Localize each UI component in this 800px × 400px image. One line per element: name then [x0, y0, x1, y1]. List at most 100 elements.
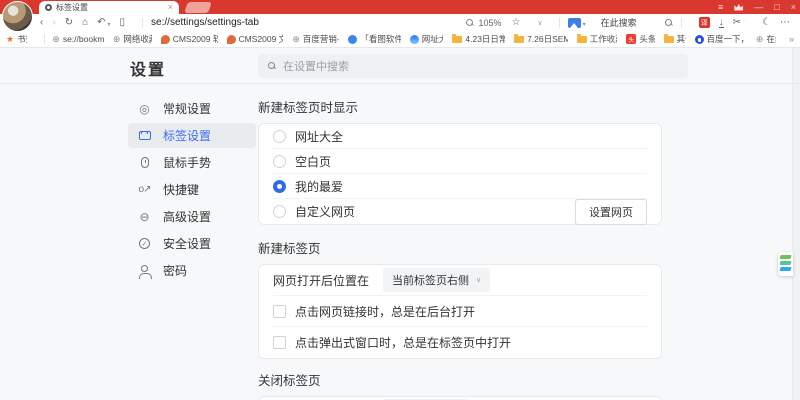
radio-unselected-icon[interactable]	[273, 130, 286, 143]
radio-unselected-icon[interactable]	[273, 205, 286, 218]
settings-sidebar: ◎ 常规设置 标签设置 鼠标手势 o↗ 快捷键 ⊖ 高级设置 ✓ 安全设置	[128, 84, 256, 400]
sidebar-item-tabs[interactable]: 标签设置	[128, 123, 256, 148]
find-icon[interactable]	[665, 19, 673, 27]
divider	[559, 18, 560, 28]
settings-search-input[interactable]: 在设置中搜索	[258, 54, 688, 78]
side-panel-widget[interactable]	[778, 252, 793, 276]
radio-row-custom-page[interactable]: 自定义网页 设置网页	[273, 199, 647, 224]
home-icon[interactable]: ⌂	[82, 18, 88, 28]
forward-icon[interactable]: ›	[52, 18, 55, 28]
settings-favicon-gear-icon	[45, 4, 52, 11]
download-icon[interactable]: ↓	[719, 18, 724, 28]
shortcut-icon: o↗	[138, 184, 151, 195]
user-avatar[interactable]	[2, 1, 33, 32]
radio-row-blank-page[interactable]: 空白页	[273, 149, 647, 174]
star-icon: ★	[6, 34, 14, 45]
bookmark-folder[interactable]: 4.23日日常经常	[452, 33, 505, 45]
mouse-icon	[138, 157, 151, 168]
bookmark-folder[interactable]: 7.26日SEM检查	[514, 33, 568, 45]
screenshot-scissors-icon[interactable]: ✂	[733, 17, 741, 28]
checkbox-unchecked-icon[interactable]	[273, 336, 286, 349]
image-search-icon[interactable]	[568, 18, 581, 28]
globe-icon: ⊕	[52, 34, 60, 45]
baidu-icon	[695, 35, 704, 44]
search-placeholder: 在设置中搜索	[283, 58, 349, 74]
night-mode-moon-icon[interactable]: ☾	[762, 17, 771, 28]
scrollbar[interactable]	[792, 48, 800, 400]
tab-title: 标签设置	[56, 2, 164, 13]
browser-titlebar: 标签设置 × ≡ — □ ×	[0, 0, 800, 14]
section-title-newtab-display: 新建标签页时显示	[258, 97, 662, 116]
radio-row-favorites[interactable]: 我的最爱	[273, 174, 647, 199]
gear-ring-icon: ◎	[138, 102, 151, 116]
open-links-background-row[interactable]: 点击网页链接时，总是在后台打开	[273, 296, 647, 327]
undo-closed-tab-icon[interactable]: ↶	[97, 18, 105, 28]
divider	[44, 34, 45, 44]
set-custom-page-button[interactable]: 设置网页	[575, 199, 647, 225]
bookmark-item[interactable]: ★书签	[6, 33, 27, 45]
bookmark-item[interactable]: CMS2009 软件管	[161, 33, 218, 45]
radio-unselected-icon[interactable]	[273, 155, 286, 168]
site-icon	[161, 35, 170, 44]
minimize-icon[interactable]: —	[754, 2, 763, 12]
bookmark-item[interactable]: ⊕se://bookmarks/	[52, 34, 104, 45]
image-search-dropdown-icon[interactable]: ▾	[583, 21, 586, 28]
skin-theme-icon[interactable]	[734, 4, 743, 11]
bookmark-item[interactable]: 百度一下，你就	[695, 33, 747, 45]
sidebar-item-general[interactable]: ◎ 常规设置	[128, 96, 256, 121]
bookmark-item[interactable]: ⊕百度营销-登录	[292, 33, 339, 45]
search-here-label[interactable]: 在此搜索	[601, 16, 637, 29]
radio-row-url-collection[interactable]: 网址大全	[273, 124, 647, 149]
sidebar-item-mouse-gestures[interactable]: 鼠标手势	[128, 150, 256, 175]
globe-icon: ⊕	[292, 34, 300, 45]
folder-icon	[514, 36, 524, 43]
sidebar-item-security[interactable]: ✓ 安全设置	[128, 231, 256, 256]
bookmarks-overflow-icon[interactable]: »	[785, 34, 794, 44]
tab-position-row: 网页打开后位置在 当前标签页右侧 ∨	[273, 265, 647, 296]
settings-header: 设置 在设置中搜索	[0, 48, 800, 84]
person-icon	[138, 269, 151, 272]
reader-mode-icon[interactable]: ▯	[120, 18, 126, 28]
popup-in-tab-row[interactable]: 点击弹出式窗口时，总是在标签页中打开	[273, 327, 647, 358]
divider	[681, 18, 682, 28]
sidebar-item-passwords[interactable]: 密码	[128, 258, 256, 283]
translate-icon[interactable]: 译	[699, 17, 710, 28]
site-icon	[227, 35, 236, 44]
active-tab[interactable]: 标签设置 ×	[39, 1, 179, 14]
bookmark-item[interactable]: CMS2009 文章管	[227, 33, 284, 45]
sidebar-item-advanced[interactable]: ⊖ 高级设置	[128, 204, 256, 229]
reload-icon[interactable]: ↻	[65, 18, 73, 28]
bookmark-item[interactable]: 网址大全	[410, 33, 444, 45]
bookmarks-bar: ★书签 ⊕se://bookmarks/ ⊕网络收藏夹 CMS2009 软件管 …	[0, 31, 800, 48]
bookmark-folder[interactable]: 其他	[664, 33, 686, 45]
maximize-icon[interactable]: □	[774, 2, 779, 12]
zoom-magnifier-icon[interactable]	[466, 19, 474, 27]
radio-selected-icon[interactable]	[273, 180, 286, 193]
divider	[142, 18, 143, 28]
bookmark-item[interactable]: ⊕网络收藏夹	[113, 33, 152, 45]
checkbox-unchecked-icon[interactable]	[273, 305, 286, 318]
globe-icon: ⊕	[113, 34, 121, 45]
url-text[interactable]: se://settings/settings-tab	[151, 17, 259, 28]
widget-logo-icon	[779, 261, 791, 265]
shield-check-icon: ✓	[138, 238, 151, 249]
chevron-down-icon[interactable]: ∨	[537, 19, 542, 27]
tab-close-icon[interactable]: ×	[168, 3, 173, 12]
undo-dropdown-icon[interactable]: ▾	[108, 21, 111, 28]
bookmark-item[interactable]: 头头条号	[626, 33, 654, 45]
close-window-icon[interactable]: ×	[791, 2, 796, 12]
more-icon[interactable]: ⋯	[780, 18, 790, 28]
sidebar-item-shortcuts[interactable]: o↗ 快捷键	[128, 177, 256, 202]
bookmark-star-icon[interactable]: ☆	[512, 18, 521, 28]
folder-icon	[452, 36, 462, 43]
menu-icon[interactable]: ≡	[718, 2, 723, 12]
zoom-level[interactable]: 105%	[478, 18, 501, 28]
new-tab-button[interactable]	[184, 2, 212, 13]
back-icon[interactable]: ‹	[40, 18, 43, 28]
bookmark-item[interactable]: 「看图软件下载	[348, 33, 400, 45]
bookmark-item[interactable]: ⊕在线	[756, 33, 776, 45]
site-icon	[410, 35, 419, 44]
tab-position-select[interactable]: 当前标签页右侧 ∨	[383, 268, 490, 292]
widget-logo-icon	[779, 267, 791, 271]
bookmark-folder[interactable]: 工作收藏夹	[577, 33, 618, 45]
